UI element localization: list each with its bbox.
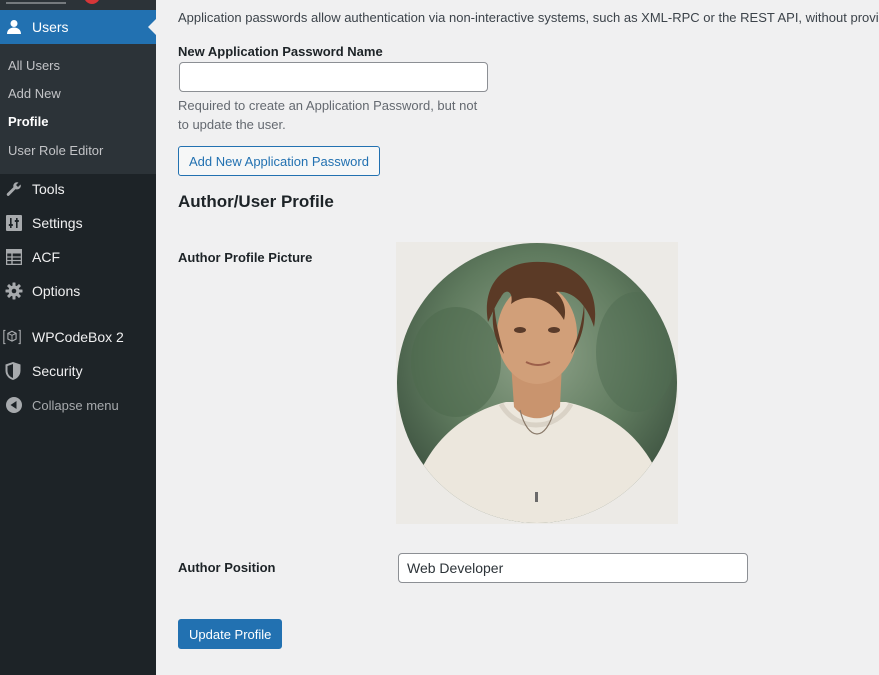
submenu-item-all-users[interactable]: All Users: [8, 58, 60, 73]
add-new-application-password-button[interactable]: Add New Application Password: [178, 146, 380, 176]
sidebar-item-label: WPCodeBox 2: [32, 329, 124, 345]
author-profile-picture-label: Author Profile Picture: [178, 250, 313, 265]
sidebar-item-label: Users: [32, 19, 69, 35]
sidebar-item-tools[interactable]: Tools: [0, 172, 156, 206]
author-position-input[interactable]: [398, 553, 748, 583]
sidebar-item-acf[interactable]: ACF: [0, 240, 156, 274]
author-profile-picture[interactable]: [396, 242, 678, 524]
users-submenu: All Users Add New Profile User Role Edit…: [0, 44, 156, 174]
sidebar-item-users[interactable]: Users: [0, 10, 156, 44]
avatar-image: [397, 243, 677, 523]
new-app-password-name-label: New Application Password Name: [178, 44, 383, 59]
author-position-label: Author Position: [178, 560, 276, 575]
application-passwords-intro: Application passwords allow authenticati…: [178, 10, 879, 25]
sidebar-item-label: Tools: [32, 181, 65, 197]
admin-sidebar: Users All Users Add New Profile User Rol…: [0, 0, 156, 675]
sidebar-item-security[interactable]: Security: [0, 354, 156, 388]
author-user-profile-heading: Author/User Profile: [178, 192, 334, 211]
sidebar-item-label: Collapse menu: [32, 397, 119, 413]
collapse-arrow-icon: [5, 396, 23, 414]
gear-icon: [5, 282, 23, 300]
sidebar-item-label: Settings: [32, 215, 83, 231]
sidebar-item-settings[interactable]: Settings: [0, 206, 156, 240]
sidebar-item-options[interactable]: Options: [0, 274, 156, 308]
submenu-item-user-role-editor[interactable]: User Role Editor: [8, 143, 103, 158]
sidebar-item-label: ACF: [32, 249, 60, 265]
partial-menu-label: [6, 0, 66, 4]
acf-table-icon: [5, 248, 23, 266]
submenu-item-profile[interactable]: Profile: [8, 114, 48, 129]
app-password-name-description: Required to create an Application Passwo…: [178, 98, 478, 132]
profile-main-content: Application passwords allow authenticati…: [156, 0, 879, 675]
sidebar-item-label: Options: [32, 283, 81, 299]
shield-icon: [3, 361, 23, 381]
new-app-password-name-input[interactable]: [179, 62, 488, 92]
submenu-item-add-new[interactable]: Add New: [8, 86, 61, 101]
wrench-icon: [5, 180, 23, 198]
notification-badge: [84, 0, 100, 4]
update-profile-button[interactable]: Update Profile: [178, 619, 283, 649]
code-box-icon: [3, 328, 21, 346]
collapse-menu-button[interactable]: Collapse menu: [0, 388, 156, 422]
sidebar-item-label: Security: [32, 363, 83, 379]
sidebar-item-wpcodebox[interactable]: WPCodeBox 2: [0, 320, 156, 354]
sidebar-top-item-partial[interactable]: [0, 0, 156, 10]
settings-sliders-icon: [5, 214, 23, 232]
user-icon: [5, 18, 23, 36]
